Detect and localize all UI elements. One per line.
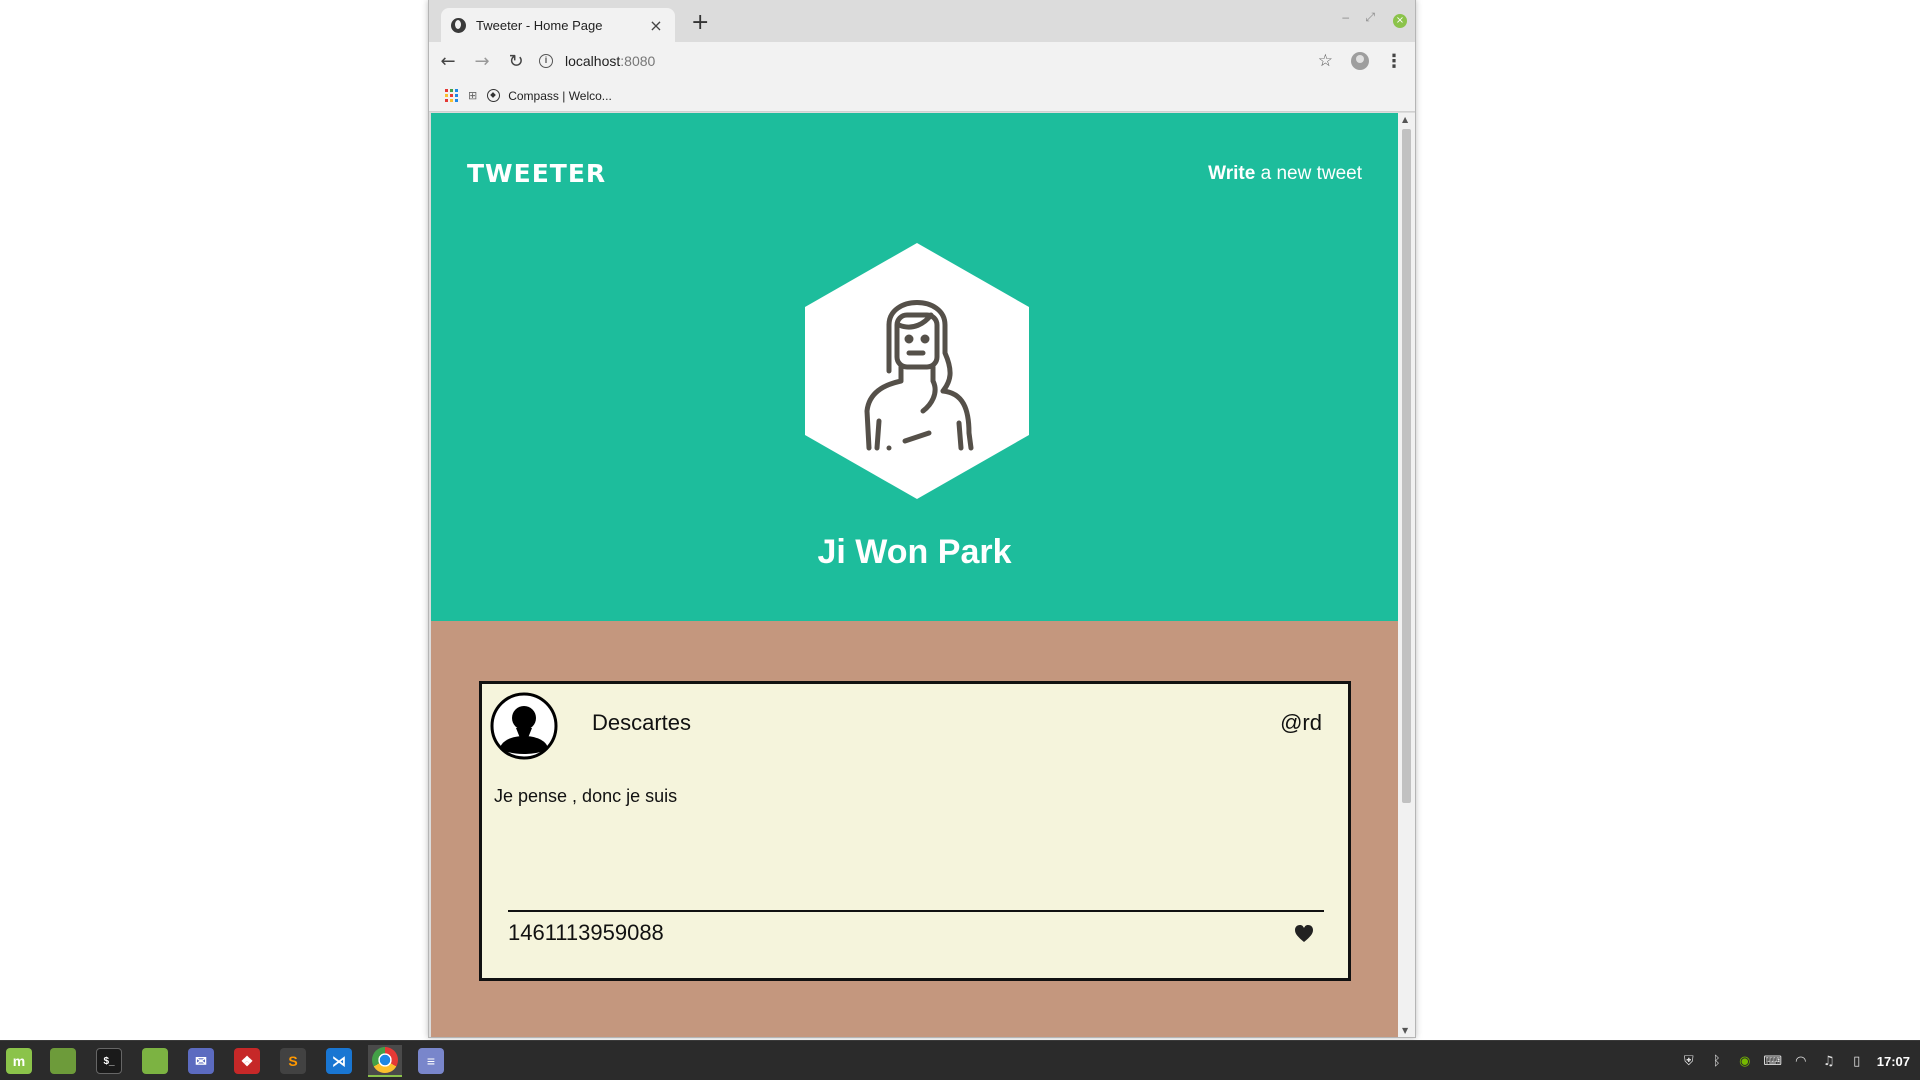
profile-avatar (805, 243, 1029, 499)
maximize-icon[interactable]: ⤢ (1365, 10, 1375, 25)
tab-tweeter-home[interactable]: Tweeter - Home Page × (441, 8, 675, 42)
bookmarks-bar: ⊞ Compass | Welco... (429, 80, 1415, 112)
page-viewport: TWEETER Write a new tweet Ji Won Park De… (431, 113, 1398, 1037)
taskbar-terminal[interactable]: $_ (92, 1045, 126, 1077)
taskbar-files[interactable] (138, 1045, 172, 1077)
write-rest-label: a new tweet (1255, 163, 1362, 184)
taskbar-text-editor[interactable]: ≡ (414, 1045, 448, 1077)
reload-icon[interactable]: ↻ (501, 46, 531, 76)
taskbar-mint-menu[interactable]: m (2, 1045, 36, 1077)
apps-grid-icon[interactable] (445, 89, 458, 102)
vscode-icon: ⋊ (326, 1048, 352, 1074)
tweet-timestamp: 1461113959088 (508, 920, 664, 945)
text-editor-icon: ≡ (418, 1048, 444, 1074)
tab-close-button[interactable]: × (647, 16, 665, 35)
scroll-up-icon[interactable]: ▲ (1402, 115, 1408, 124)
system-tray: ⛨ ᛒ ◉ ⌨ ◠ ♫ ▯ 17:07 (1681, 1041, 1920, 1081)
url-host: localhost (565, 53, 621, 69)
bookmark-page-icon[interactable]: ⊞ (468, 89, 477, 102)
new-tab-button[interactable]: + (691, 12, 709, 34)
profile-name: Ji Won Park (817, 533, 1012, 571)
taskbar-show-desktop[interactable] (46, 1045, 80, 1077)
url-text: localhost:8080 (565, 53, 655, 69)
bluetooth-icon[interactable]: ᛒ (1709, 1053, 1725, 1069)
keyboard-icon[interactable]: ⌨ (1763, 1053, 1782, 1069)
write-label: Write (1208, 163, 1256, 184)
browser-menu-icon[interactable]: ⋮ (1385, 51, 1403, 72)
bookmark-star-icon[interactable]: ☆ (1318, 51, 1333, 71)
tab-strip: Tweeter - Home Page × + – ⤢ × (429, 0, 1415, 42)
site-info-icon[interactable]: i (539, 54, 553, 68)
taskbar-sublime[interactable]: S (276, 1045, 310, 1077)
show-desktop-icon (50, 1048, 76, 1074)
taskbar-chrome[interactable] (368, 1045, 402, 1077)
forward-arrow-icon[interactable]: → (467, 46, 497, 76)
chrome-icon (372, 1047, 398, 1073)
tweet-author: Descartes (592, 710, 692, 735)
bookmark-compass[interactable]: Compass | Welco... (508, 89, 612, 103)
address-bar[interactable]: i localhost:8080 (539, 46, 1318, 76)
brand-logo[interactable]: TWEETER (467, 159, 606, 188)
minimize-icon[interactable]: – (1342, 10, 1349, 24)
tweet-body: Je pense , donc je suis (494, 786, 678, 806)
battery-icon[interactable]: ▯ (1849, 1053, 1865, 1069)
taskbar-mail[interactable]: ✉ (184, 1045, 218, 1077)
compass-icon (487, 89, 501, 102)
taskbar-git-client[interactable]: ❖ (230, 1045, 264, 1077)
url-port: :8080 (620, 53, 656, 69)
heart-icon[interactable] (1294, 924, 1314, 944)
os-taskbar: m $_ ✉ ❖ S ⋊ ≡ ⛨ ᛒ ◉ ⌨ ◠ ♫ ▯ 17:07 (0, 1040, 1920, 1080)
page-scrollbar[interactable]: ▲ ▼ (1398, 113, 1415, 1037)
git-client-icon: ❖ (234, 1048, 260, 1074)
mint-menu-icon: m (6, 1048, 32, 1074)
tweet-divider (508, 910, 1324, 912)
user-silhouette-icon (490, 692, 558, 760)
mail-icon: ✉ (188, 1048, 214, 1074)
browser-toolbar: ← → ↻ i localhost:8080 ☆ ⋮ (429, 42, 1415, 80)
wifi-icon[interactable]: ◠ (1793, 1053, 1809, 1069)
clock[interactable]: 17:07 (1877, 1054, 1910, 1069)
profile-header: TWEETER Write a new tweet Ji Won Park (431, 113, 1398, 621)
window-close-icon[interactable]: × (1393, 14, 1407, 28)
nvidia-icon[interactable]: ◉ (1737, 1053, 1753, 1069)
files-icon (142, 1048, 168, 1074)
tweet-handle: @rd (1280, 710, 1322, 735)
profile-avatar-icon[interactable] (1351, 52, 1369, 70)
sound-icon[interactable]: ♫ (1821, 1053, 1837, 1069)
terminal-icon: $_ (96, 1048, 122, 1074)
tweet-card: Descartes @rd Je pense , donc je suis 14… (479, 681, 1351, 981)
sublime-text-icon: S (280, 1048, 306, 1074)
scroll-down-icon[interactable]: ▼ (1402, 1026, 1408, 1035)
tab-title: Tweeter - Home Page (476, 17, 603, 33)
browser-window: Tweeter - Home Page × + – ⤢ × ← → ↻ i lo… (428, 0, 1416, 1038)
shield-icon[interactable]: ⛨ (1681, 1053, 1697, 1069)
globe-icon (451, 17, 466, 33)
back-arrow-icon[interactable]: ← (433, 46, 463, 76)
scroll-thumb[interactable] (1402, 129, 1411, 803)
taskbar-vscode[interactable]: ⋊ (322, 1045, 356, 1077)
write-new-tweet-link[interactable]: Write a new tweet (1208, 163, 1362, 185)
